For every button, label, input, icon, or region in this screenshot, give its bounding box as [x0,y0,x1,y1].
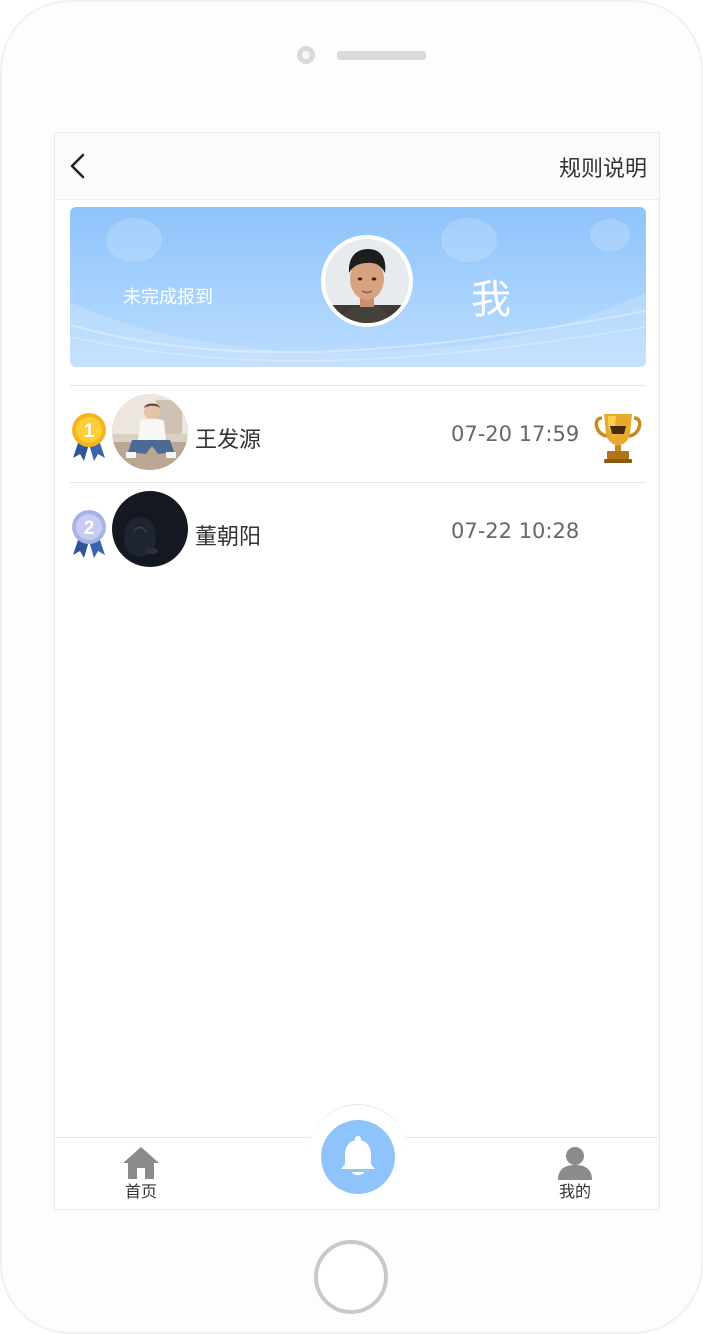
top-navigation-bar: 规则说明 [55,133,659,200]
app-screen: 规则说明 未完成报到 我 1 王发源 07-20 17:59 2 董朝阳 07-… [54,132,660,1210]
tab-mine-label: 我的 [558,1182,591,1201]
tab-home-label: 首页 [124,1182,157,1201]
user-avatar [112,394,188,470]
my-status-banner: 未完成报到 我 [70,207,646,367]
ranking-row-2[interactable]: 2 董朝阳 07-22 10:28 [70,482,646,579]
check-in-time: 07-22 10:28 [451,519,580,543]
user-avatar [112,491,188,567]
tab-home[interactable]: 首页 [111,1146,171,1202]
ranking-row-1[interactable]: 1 王发源 07-20 17:59 [70,385,646,482]
svg-text:2: 2 [84,518,95,539]
notification-button[interactable] [321,1120,395,1194]
svg-text:1: 1 [84,421,95,442]
front-camera [297,46,315,64]
check-in-time: 07-20 17:59 [451,422,580,446]
check-in-status: 未完成报到 [123,287,213,308]
me-label: 我 [471,277,511,323]
home-icon [123,1147,159,1179]
user-icon [558,1147,592,1180]
earpiece-speaker [337,51,426,60]
ranking-list: 1 王发源 07-20 17:59 2 董朝阳 07-22 10:28 [70,385,646,579]
user-name: 王发源 [195,428,262,453]
bell-icon [341,1136,375,1175]
rules-link[interactable]: 规则说明 [559,151,647,183]
silver-medal-icon: 2 [72,510,106,558]
tab-mine[interactable]: 我的 [545,1146,605,1202]
home-button[interactable] [314,1240,388,1314]
user-name: 董朝阳 [195,525,262,550]
chevron-left-icon[interactable] [63,151,93,181]
gold-medal-icon: 1 [72,413,106,461]
trophy-icon [594,414,642,463]
my-avatar [321,235,413,327]
